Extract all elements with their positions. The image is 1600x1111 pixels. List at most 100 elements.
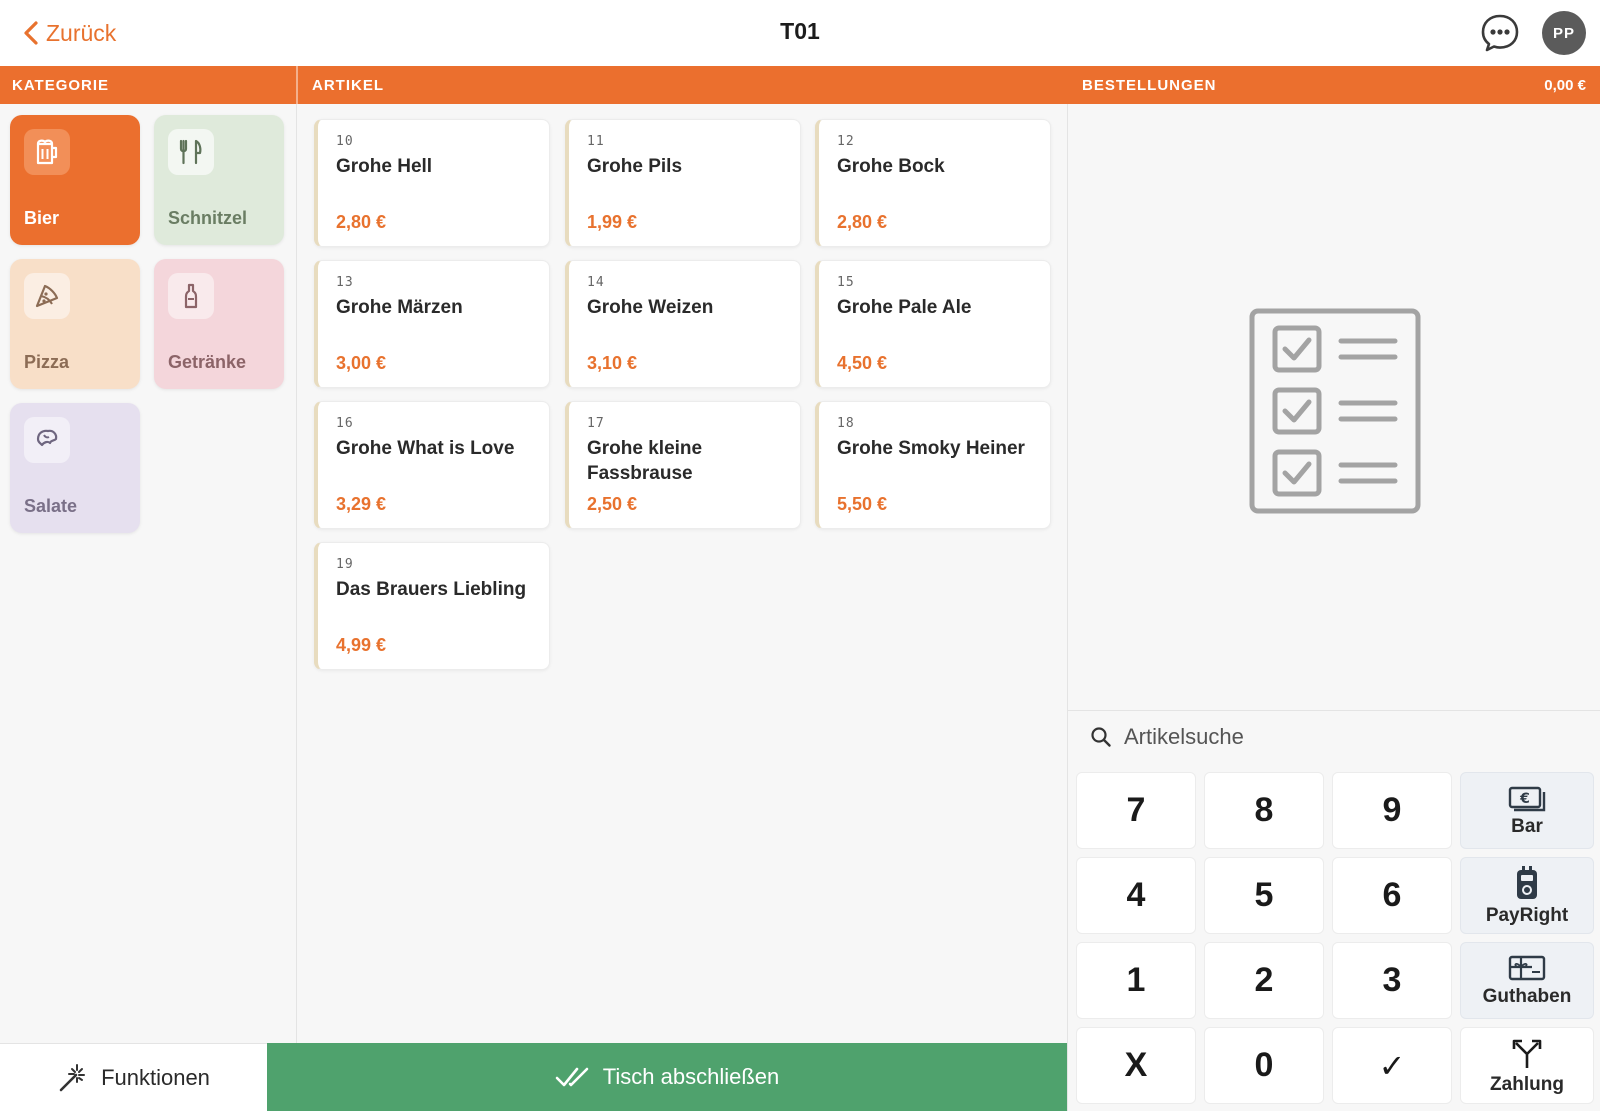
search-input[interactable] (1124, 724, 1544, 750)
double-check-icon (555, 1067, 589, 1087)
key-1[interactable]: 1 (1076, 942, 1196, 1019)
category-column: Bier Schnitzel Pizza Getränke Salate (0, 104, 297, 1043)
category-schnitzel[interactable]: Schnitzel (154, 115, 284, 245)
key-confirm[interactable]: ✓ (1332, 1027, 1452, 1104)
checklist-icon (1249, 308, 1421, 514)
pay-zahlung-button[interactable]: Zahlung (1460, 1027, 1594, 1104)
back-label: Zurück (46, 19, 117, 46)
article-number: 11 (587, 134, 605, 149)
category-salate[interactable]: Salate (10, 403, 140, 533)
category-bier[interactable]: Bier (10, 115, 140, 245)
close-table-button[interactable]: Tisch abschließen (267, 1043, 1067, 1111)
avatar[interactable]: PP (1542, 11, 1586, 55)
chevron-left-icon (24, 21, 38, 45)
key-2[interactable]: 2 (1204, 942, 1324, 1019)
back-button[interactable]: Zurück (22, 14, 116, 52)
category-icon-box (24, 273, 70, 319)
chat-button[interactable] (1480, 13, 1520, 53)
pay-label: Zahlung (1490, 1073, 1564, 1095)
category-icon-box (168, 273, 214, 319)
article-card[interactable]: 11 Grohe Pils 1,99 € (565, 119, 801, 247)
article-card[interactable]: 17 Grohe kleine Fassbrause 2,50 € (565, 401, 801, 529)
key-7[interactable]: 7 (1076, 772, 1196, 849)
pay-guthaben-button[interactable]: Guthaben (1460, 942, 1594, 1019)
close-table-label: Tisch abschließen (602, 1064, 780, 1089)
beer-mug-icon (36, 139, 58, 165)
article-price: 2,50 € (587, 494, 638, 514)
chat-bubble-icon (1481, 14, 1519, 52)
key-3[interactable]: 3 (1332, 942, 1452, 1019)
article-card[interactable]: 10 Grohe Hell 2,80 € (314, 119, 550, 247)
article-price: 3,10 € (587, 353, 638, 373)
article-name: Das Brauers Liebling (336, 579, 527, 600)
article-column: 10 Grohe Hell 2,80 € 11 Grohe Pils 1,99 … (297, 104, 1067, 1043)
key-6[interactable]: 6 (1332, 857, 1452, 934)
article-card[interactable]: 14 Grohe Weizen 3,10 € (565, 260, 801, 388)
category-header: KATEGORIE (12, 77, 110, 94)
category-icon-box (168, 129, 214, 175)
article-card[interactable]: 12 Grohe Bock 2,80 € (815, 119, 1051, 247)
article-name: Grohe Pale Ale (837, 297, 972, 318)
article-name: Grohe Bock (837, 156, 945, 177)
payright-terminal-icon (1517, 865, 1537, 899)
functions-button[interactable]: Funktionen (0, 1043, 267, 1111)
article-price: 2,80 € (837, 212, 888, 232)
article-card[interactable]: 13 Grohe Märzen 3,00 € (314, 260, 550, 388)
key-4[interactable]: 4 (1076, 857, 1196, 934)
category-icon-box (24, 417, 70, 463)
article-name: Grohe Weizen (587, 297, 714, 318)
svg-text:€: € (1519, 791, 1530, 807)
keypad: 7 8 9 4 5 6 1 2 3 X 0 ✓ € Bar PayRight G… (1067, 763, 1600, 1111)
key-9[interactable]: 9 (1332, 772, 1452, 849)
category-getraenke[interactable]: Getränke (154, 259, 284, 389)
pay-bar-button[interactable]: € Bar (1460, 772, 1594, 849)
orders-header: BESTELLUNGEN (1082, 77, 1217, 94)
article-name: Grohe Hell (336, 156, 433, 177)
category-label: Getränke (168, 352, 247, 372)
fork-knife-icon (179, 139, 202, 165)
article-number: 12 (837, 134, 855, 149)
category-label: Schnitzel (168, 208, 248, 228)
category-pizza[interactable]: Pizza (10, 259, 140, 389)
article-price: 1,99 € (587, 212, 638, 232)
key-clear[interactable]: X (1076, 1027, 1196, 1104)
article-number: 10 (336, 134, 354, 149)
article-number: 13 (336, 275, 354, 290)
bottle-icon (184, 283, 198, 309)
key-0[interactable]: 0 (1204, 1027, 1324, 1104)
article-name: Grohe Smoky Heiner (837, 438, 1025, 459)
article-card[interactable]: 19 Das Brauers Liebling 4,99 € (314, 542, 550, 670)
article-number: 18 (837, 416, 855, 431)
search-icon (1090, 726, 1112, 748)
article-number: 15 (837, 275, 855, 290)
functions-label: Funktionen (101, 1064, 210, 1090)
article-card[interactable]: 15 Grohe Pale Ale 4,50 € (815, 260, 1051, 388)
orders-total: 0,00 € (1544, 77, 1586, 94)
article-name: Grohe kleine Fassbrause (587, 438, 703, 484)
magic-wand-icon (59, 1063, 86, 1091)
article-number: 14 (587, 275, 605, 290)
salad-icon (36, 429, 58, 447)
key-8[interactable]: 8 (1204, 772, 1324, 849)
article-price: 4,99 € (336, 635, 387, 655)
section-header-bar: KATEGORIE ARTIKEL BESTELLUNGEN 0,00 € (0, 66, 1600, 104)
article-price: 5,50 € (837, 494, 888, 514)
pay-label: Guthaben (1482, 985, 1572, 1007)
article-card[interactable]: 16 Grohe What is Love 3,29 € (314, 401, 550, 529)
category-label: Salate (24, 496, 78, 516)
table-title: T01 (780, 18, 820, 44)
cash-euro-icon: € (1508, 786, 1546, 811)
pizza-slice-icon (35, 284, 59, 308)
divider (296, 66, 298, 104)
category-icon-box (24, 129, 70, 175)
split-arrows-icon (1512, 1039, 1542, 1068)
article-name: Grohe Pils (587, 156, 683, 177)
pay-payright-button[interactable]: PayRight (1460, 857, 1594, 934)
key-5[interactable]: 5 (1204, 857, 1324, 934)
top-bar: Zurück T01 PP (0, 0, 1600, 66)
article-price: 4,50 € (837, 353, 888, 373)
article-price: 3,29 € (336, 494, 387, 514)
article-card[interactable]: 18 Grohe Smoky Heiner 5,50 € (815, 401, 1051, 529)
article-name: Grohe What is Love (336, 438, 515, 459)
orders-panel (1067, 104, 1600, 711)
